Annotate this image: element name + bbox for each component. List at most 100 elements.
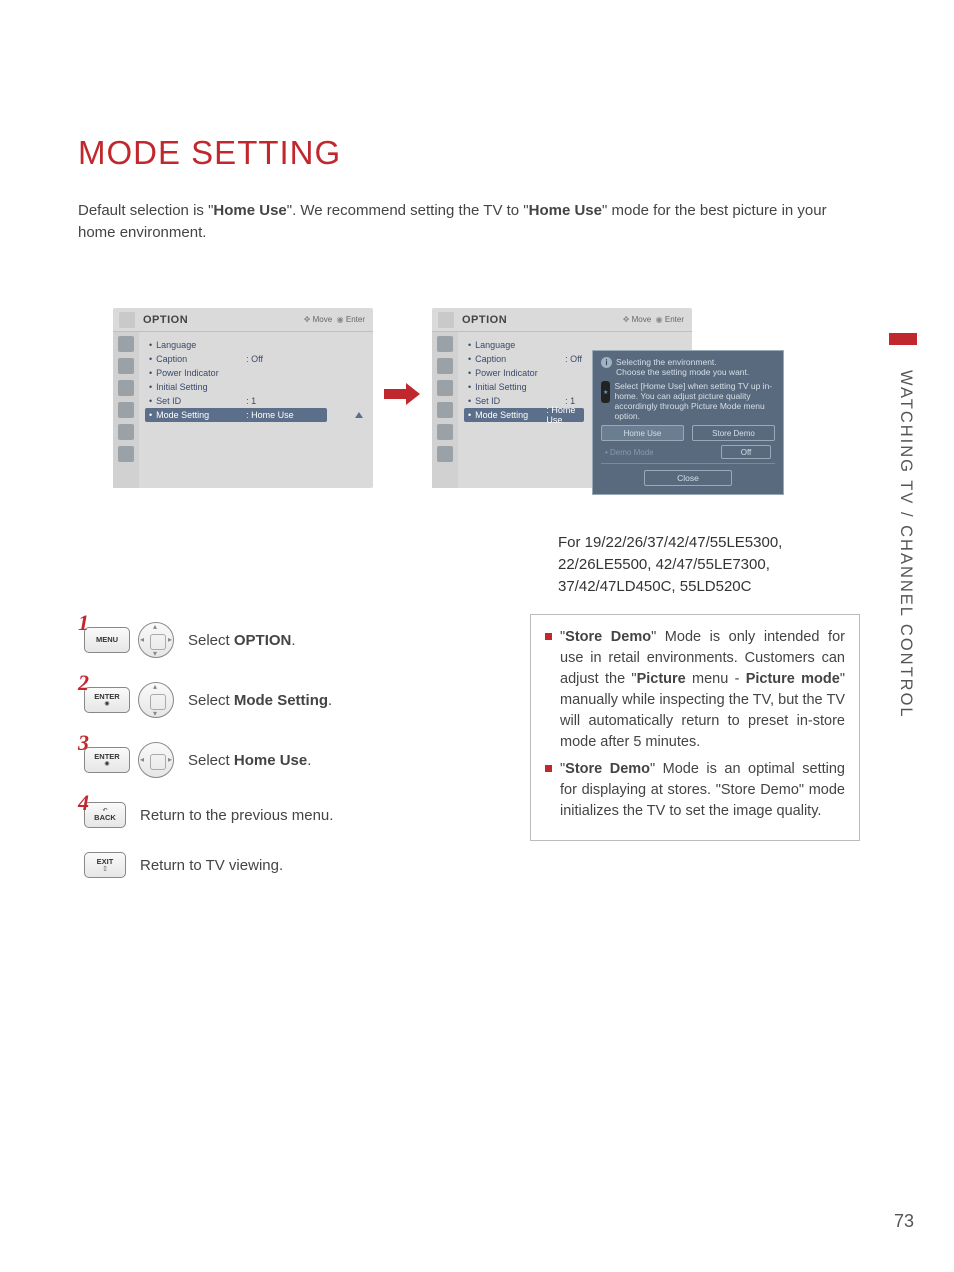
t: Picture mode	[746, 671, 840, 687]
enter-dot-icon: ◉	[104, 761, 109, 767]
osd-header: OPTION ✥ Move ◉ Enter	[113, 308, 373, 332]
osd-list: •Language •Caption: Off •Power Indicator…	[139, 332, 373, 488]
osd-label: Initial Setting	[156, 382, 246, 392]
osd-title: OPTION	[462, 314, 507, 326]
navpad-icon[interactable]: ▴▾◂▸	[138, 622, 174, 658]
t: Select	[188, 752, 234, 769]
page-number: 73	[894, 1211, 914, 1232]
store-demo-info-box: "Store Demo" Mode is only intended for u…	[530, 614, 860, 841]
menu-remote-button[interactable]: MENU	[84, 627, 130, 653]
t: menu -	[686, 671, 746, 687]
enter-dot-icon: ◉	[104, 701, 109, 707]
osd-label: Power Indicator	[475, 368, 565, 378]
osd-label: Language	[156, 340, 246, 350]
bullet-icon	[545, 633, 552, 640]
osd-hints: ✥ Move ◉ Enter	[304, 315, 365, 324]
t: OPTION	[234, 632, 292, 649]
navpad-icon[interactable]: ▴▾	[138, 682, 174, 718]
t: Mode Setting	[234, 692, 328, 709]
osd-item-caption[interactable]: •Caption: Off	[149, 352, 367, 366]
navpad-icon[interactable]: ◂▸	[138, 742, 174, 778]
exit-remote-button[interactable]: EXIT▯	[84, 852, 126, 878]
cat-icon	[118, 380, 134, 396]
osd-item-set-id[interactable]: •Set ID: 1	[149, 394, 367, 408]
intro-pre: Default selection is "	[78, 202, 213, 219]
cat-icon	[118, 446, 134, 462]
osd-label: Language	[475, 340, 565, 350]
t: Select	[188, 692, 234, 709]
info-icon: i	[601, 357, 612, 368]
t: Home Use	[234, 752, 307, 769]
cat-icon	[437, 380, 453, 396]
t: Store Demo	[565, 629, 651, 645]
step-text: Select Home Use.	[188, 752, 311, 769]
demo-mode-value[interactable]: Off	[721, 445, 771, 459]
home-use-button[interactable]: Home Use	[601, 425, 684, 441]
btn-label: ENTER	[94, 753, 119, 761]
cat-icon	[437, 336, 453, 352]
intro-text: Default selection is "Home Use". We reco…	[78, 200, 838, 244]
popup-line-2: Select [Home Use] when setting TV up in-…	[614, 381, 775, 421]
t: Store Demo	[565, 761, 650, 777]
step-1: 1 MENU ▴▾◂▸ Select OPTION.	[78, 622, 478, 658]
step-text: Return to TV viewing.	[140, 857, 283, 874]
intro-bold-1: Home Use	[213, 202, 286, 219]
cat-icon	[437, 402, 453, 418]
step-5: EXIT▯ Return to TV viewing.	[78, 852, 478, 878]
option-header-icon	[119, 312, 135, 328]
hint-move: Move	[313, 315, 333, 324]
cat-icon	[437, 424, 453, 440]
t: Select	[188, 632, 234, 649]
t: .	[307, 752, 311, 769]
popup-line-1b: Choose the setting mode you want.	[616, 367, 749, 377]
cat-icon	[437, 446, 453, 462]
demo-mode-label: • Demo Mode	[605, 448, 654, 457]
hint-enter: Enter	[665, 315, 684, 324]
page-title: MODE SETTING	[78, 134, 341, 172]
enter-remote-button[interactable]: ENTER◉	[84, 747, 130, 773]
osd-value: : Off	[246, 354, 263, 364]
osd-label: Mode Setting	[475, 410, 546, 420]
popup-line-1a: Selecting the environment.	[616, 357, 749, 367]
move-icon: ✥	[623, 315, 630, 324]
osd-label: Initial Setting	[475, 382, 565, 392]
cat-icon	[118, 424, 134, 440]
osd-value: : Home Use	[546, 405, 584, 425]
cat-icon	[118, 402, 134, 418]
osd-item-mode-setting[interactable]: •Mode Setting: Home Use	[145, 408, 327, 422]
bullet-icon	[545, 765, 552, 772]
step-4: 4 ↶BACK Return to the previous menu.	[78, 802, 478, 828]
transition-arrow-icon	[384, 385, 420, 403]
osd-item-mode-setting[interactable]: •Mode Setting: Home Use	[464, 408, 584, 422]
t: Picture	[637, 671, 686, 687]
enter-remote-button[interactable]: ENTER◉	[84, 687, 130, 713]
osd-item-initial-setting[interactable]: •Initial Setting	[149, 380, 367, 394]
osd-item-language[interactable]: •Language	[149, 338, 367, 352]
osd-label: Set ID	[156, 396, 246, 406]
instruction-steps: 1 MENU ▴▾◂▸ Select OPTION. 2 ENTER◉ ▴▾ S…	[78, 622, 478, 902]
osd-header: OPTION ✥ Move ◉ Enter	[432, 308, 692, 332]
store-demo-button[interactable]: Store Demo	[692, 425, 775, 441]
osd-label: Mode Setting	[156, 410, 246, 420]
btn-label: MENU	[96, 636, 118, 644]
step-text: Select OPTION.	[188, 632, 296, 649]
enter-icon: ◉	[337, 315, 344, 324]
step-number: 1	[78, 610, 89, 636]
enter-icon: ◉	[656, 315, 663, 324]
osd-label: Caption	[156, 354, 246, 364]
step-number: 2	[78, 670, 89, 696]
step-number: 3	[78, 730, 89, 756]
osd-item-power-indicator[interactable]: •Power Indicator	[149, 366, 367, 380]
cat-icon	[118, 358, 134, 374]
back-remote-button[interactable]: ↶BACK	[84, 802, 126, 828]
scroll-up-icon	[355, 412, 363, 418]
close-button[interactable]: Close	[644, 470, 732, 486]
intro-bold-2: Home Use	[529, 202, 602, 219]
hint-enter: Enter	[346, 315, 365, 324]
option-header-icon	[438, 312, 454, 328]
step-2: 2 ENTER◉ ▴▾ Select Mode Setting.	[78, 682, 478, 718]
osd-panel-left: OPTION ✥ Move ◉ Enter •Language •Caption…	[113, 308, 373, 488]
osd-value: : Home Use	[246, 410, 294, 420]
step-number: 4	[78, 790, 89, 816]
models-note: For 19/22/26/37/42/47/55LE5300, 22/26LE5…	[558, 532, 834, 597]
